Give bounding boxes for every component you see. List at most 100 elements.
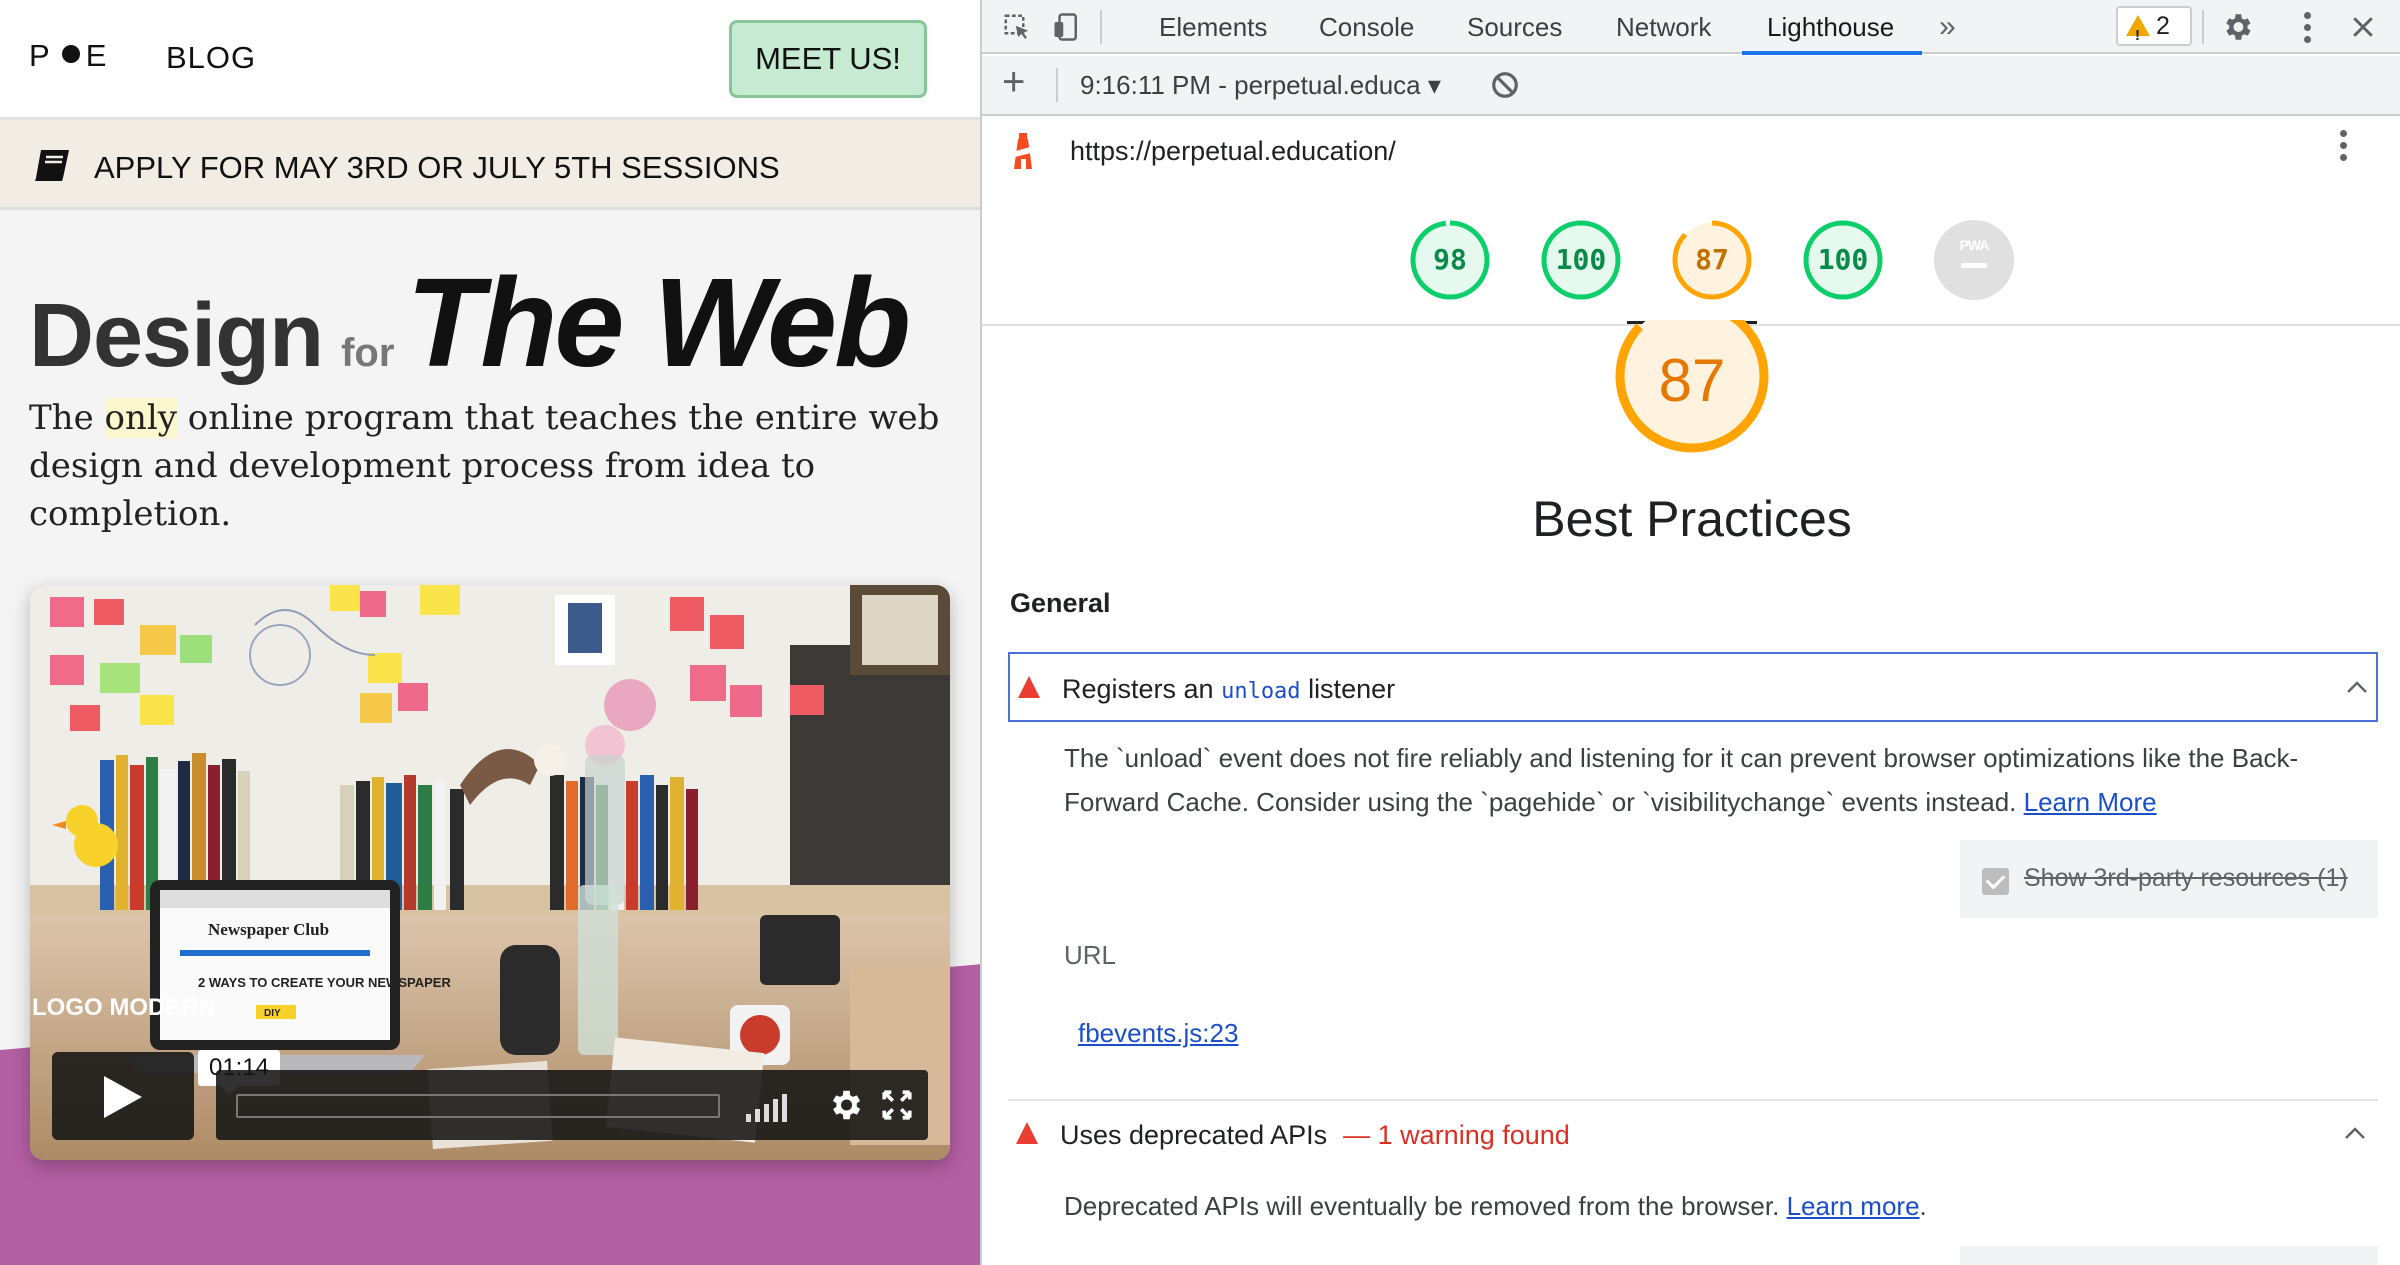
banner-text: APPLY FOR MAY 3RD OR JULY 5TH SESSIONS	[94, 150, 780, 185]
customize-menu-icon[interactable]	[2302, 12, 2312, 48]
tab-network[interactable]: Network	[1616, 12, 1711, 43]
audit-deprecated-trailing: .	[1919, 1191, 1927, 1221]
book-icon	[35, 150, 69, 181]
fail-triangle-icon	[1016, 1122, 1038, 1144]
gauge-seo-score: 100	[1817, 243, 1869, 276]
report-selector[interactable]: 9:16:11 PM - perpetual.educa ▾	[1080, 70, 1441, 101]
devtools-tab-bar: Elements Console Sources Network Lightho…	[982, 0, 2400, 55]
audit-deprecated-title: Uses deprecated APIs — 1 warning found	[1060, 1120, 1570, 1151]
category-score: 87	[1658, 347, 1726, 414]
device-toolbar-icon[interactable]	[1052, 12, 1082, 42]
video-settings-gear-icon[interactable]	[826, 1086, 864, 1124]
nav-blog-link[interactable]: BLOG	[166, 40, 256, 76]
audit-title-post: listener	[1300, 674, 1396, 704]
hero-subtitle: The only online program that teaches the…	[29, 394, 949, 538]
new-report-plus-icon[interactable]: +	[1002, 60, 1025, 105]
gauge-pwa[interactable]: PWA	[1933, 219, 2015, 301]
hero-title: Design forThe Web	[29, 250, 911, 395]
logo-letter-p: P	[29, 38, 56, 73]
pwa-dash	[1961, 263, 1987, 268]
logo-letter-e: E	[85, 38, 113, 73]
book-spine-text: LOGO MODERN	[32, 994, 216, 1021]
url-column-header: URL	[1064, 940, 1117, 970]
pwa-label: PWA	[1959, 237, 1990, 253]
logo-dot-icon	[61, 45, 80, 63]
audit-deprecated-desc-text: Deprecated APIs will eventually be remov…	[1064, 1191, 1780, 1221]
audit-deprecated-title-text: Uses deprecated APIs	[1060, 1120, 1328, 1150]
site-logo[interactable]: PE	[29, 38, 112, 74]
audit-deprecated-warning: — 1 warning found	[1343, 1120, 1570, 1150]
audit-group-title: General	[1010, 588, 1111, 618]
audit-deprecated-learn-more-link[interactable]: Learn more	[1787, 1191, 1920, 1221]
video-control-strip	[216, 1070, 928, 1140]
score-gauges-row: 98 100 87 100 PWA	[982, 184, 2400, 326]
audit-title-code: unload	[1221, 679, 1301, 704]
settings-gear-icon[interactable]	[2220, 10, 2254, 44]
third-party-filter: Show 3rd-party resources (1)	[1960, 840, 2378, 918]
audit-unload-listener[interactable]: Registers an unload listener	[1008, 652, 2378, 722]
toolbar-separator	[2202, 10, 2204, 44]
audited-url[interactable]: https://perpetual.education/	[1070, 136, 1396, 167]
collapse-chevron-up-icon[interactable]	[2344, 1126, 2366, 1140]
video-progress-bar[interactable]	[236, 1094, 720, 1118]
report-url-bar: https://perpetual.education/	[982, 118, 2400, 184]
meet-us-button[interactable]: MEET US!	[729, 20, 927, 98]
intro-video-player[interactable]: Newspaper Club 2 WAYS TO CREATE YOUR NEW…	[30, 585, 950, 1160]
hero-sub-highlight: only	[104, 398, 177, 438]
gauge-best-practices-score: 87	[1695, 243, 1729, 276]
site-header: PE BLOG MEET US!	[0, 0, 980, 120]
play-icon	[104, 1076, 142, 1118]
lighthouse-toolbar: + 9:16:11 PM - perpetual.educa ▾	[982, 56, 2400, 116]
audit-deprecated-description: Deprecated APIs will eventually be remov…	[1064, 1184, 2324, 1228]
gauge-performance-score: 98	[1433, 243, 1467, 276]
category-title: Best Practices	[1532, 491, 1852, 547]
gauge-accessibility-score: 100	[1555, 243, 1607, 276]
warnings-count: 2	[2156, 12, 2170, 40]
fullscreen-icon[interactable]	[880, 1088, 914, 1122]
third-party-label: Show 3rd-party resources (1)	[2024, 864, 2348, 892]
lighthouse-logo-icon	[1014, 133, 1032, 169]
hero-title-design: Design	[29, 286, 324, 386]
video-play-button[interactable]	[52, 1052, 194, 1140]
laptop-subhead: 2 WAYS TO CREATE YOUR NEWSPAPER	[198, 975, 451, 990]
inspect-element-icon[interactable]	[1002, 12, 1032, 42]
warning-icon	[2126, 15, 2150, 54]
fbevents-source-link[interactable]: fbevents.js:23	[1078, 1018, 1238, 1049]
tab-sources[interactable]: Sources	[1467, 12, 1562, 43]
clear-reports-block-icon[interactable]	[1490, 70, 1520, 100]
fail-triangle-icon	[1018, 676, 1040, 698]
close-devtools-icon[interactable]	[2348, 12, 2378, 42]
tab-console[interactable]: Console	[1319, 12, 1414, 43]
collapse-chevron-up-icon[interactable]	[2346, 680, 2368, 694]
third-party-checkbox[interactable]	[1982, 868, 2009, 895]
audit-deprecated-apis[interactable]: Uses deprecated APIs — 1 warning found	[1008, 1100, 2378, 1170]
hero-title-the-web: The Web	[406, 252, 911, 393]
table-filter-strip	[1960, 1246, 2378, 1265]
audit-title-pre: Registers an	[1062, 674, 1222, 704]
tab-lighthouse[interactable]: Lighthouse	[1767, 12, 1894, 43]
laptop-badge: DIY	[264, 1008, 281, 1019]
devtools-panel: Elements Console Sources Network Lightho…	[980, 0, 2400, 1265]
report-menu-icon[interactable]	[2338, 130, 2348, 170]
hero-sub-pre: The	[29, 398, 105, 438]
audit-unload-title: Registers an unload listener	[1062, 674, 1395, 705]
toolbar-separator	[1100, 10, 1102, 44]
gauge-performance[interactable]: 98	[1409, 219, 1491, 301]
gauge-seo[interactable]: 100	[1802, 219, 1884, 301]
warnings-counter[interactable]: 2	[2116, 6, 2192, 54]
toolbar-separator	[1056, 68, 1058, 102]
more-tabs-chevron-icon[interactable]: »	[1939, 10, 1956, 44]
sessions-banner[interactable]: APPLY FOR MAY 3RD OR JULY 5TH SESSIONS	[0, 120, 980, 210]
category-gauge: 87	[1612, 299, 1772, 460]
video-controls	[52, 1052, 928, 1140]
gauge-accessibility[interactable]: 100	[1540, 219, 1622, 301]
gauge-best-practices[interactable]: 87	[1671, 219, 1753, 301]
audit-unload-description: The `unload` event does not fire reliabl…	[1064, 736, 2324, 824]
laptop-headline: Newspaper Club	[208, 920, 329, 939]
tab-elements[interactable]: Elements	[1159, 12, 1267, 43]
purple-background-fill	[0, 1150, 980, 1265]
website-viewport: PE BLOG MEET US! APPLY FOR MAY 3RD OR JU…	[0, 0, 980, 1265]
active-tab-indicator	[1742, 51, 1922, 55]
audit-unload-learn-more-link[interactable]: Learn More	[2024, 787, 2157, 817]
hero-title-for: for	[341, 331, 395, 375]
